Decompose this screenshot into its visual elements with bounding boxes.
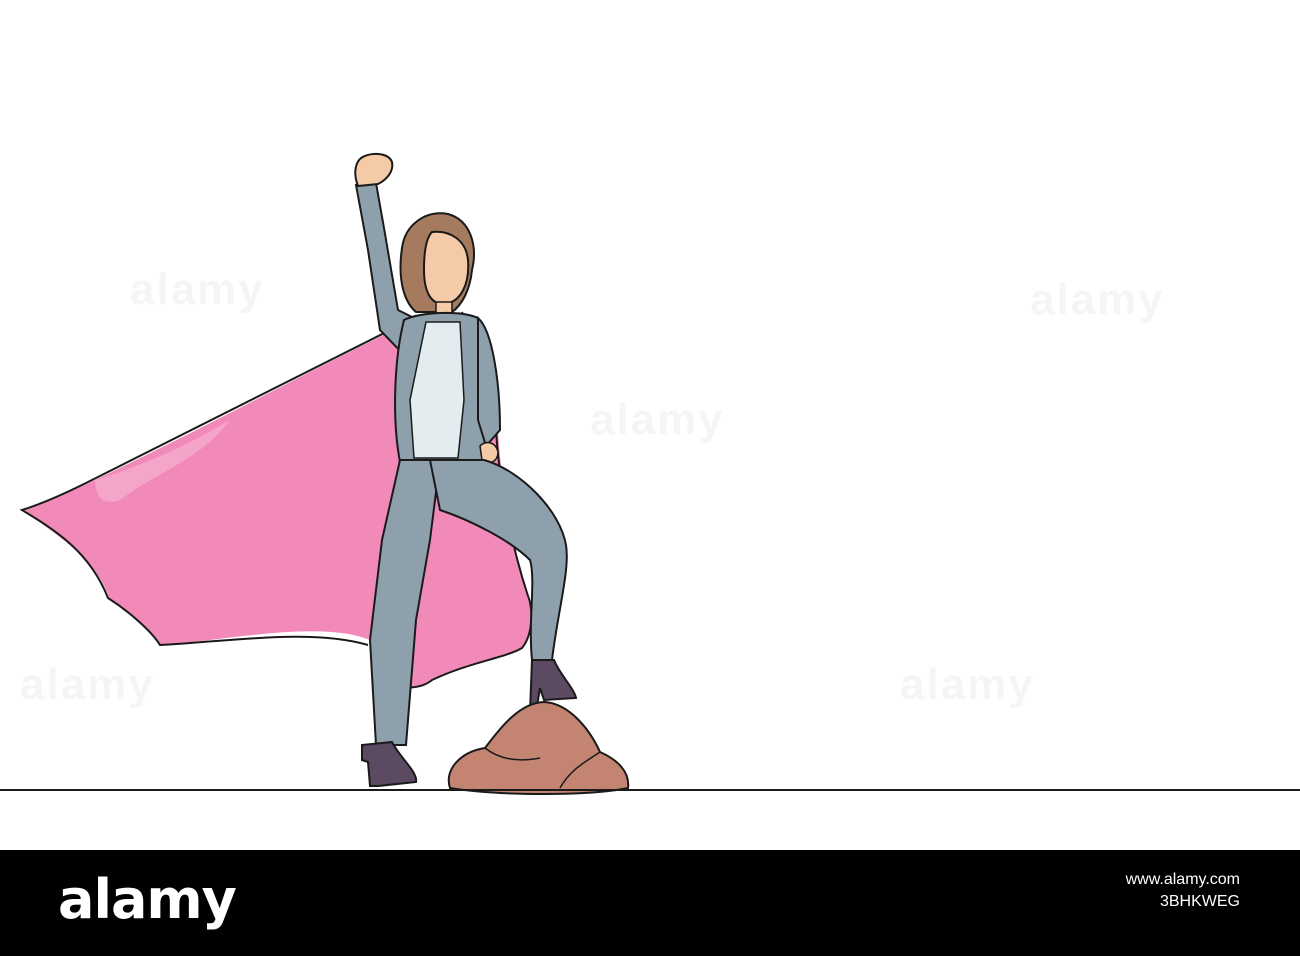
superhero-businesswoman-illustration	[0, 152, 1300, 795]
image-id: 3BHKWEG	[1159, 893, 1240, 910]
rock	[447, 700, 630, 795]
stock-footer-bar: alamy www.alamy.com 3BHKWEG	[0, 850, 1300, 956]
logo-text: alamy	[58, 868, 237, 931]
hip-arm	[477, 315, 502, 449]
left-shoe	[361, 740, 418, 787]
alamy-logo: alamy	[58, 868, 237, 931]
face	[422, 230, 470, 306]
illustration-canvas: alamy alamy alamy alamy alamy	[0, 0, 1300, 850]
fist	[354, 152, 394, 188]
image-source-url: www.alamy.com	[1125, 871, 1240, 888]
image-id-block: www.alamy.com 3BHKWEG	[1126, 869, 1240, 913]
